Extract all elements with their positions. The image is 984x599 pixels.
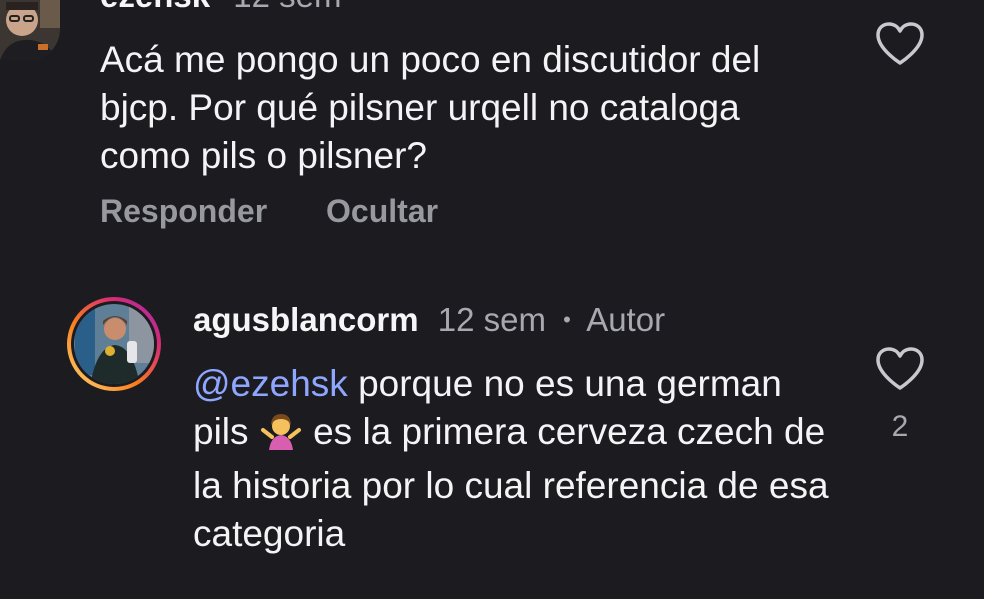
comment-1-header: ezehsk 12 sem [100, 0, 341, 16]
like-count: 2 [891, 410, 909, 443]
comment-1: ezehsk 12 sem Acá me pongo un poco en di… [0, 0, 984, 260]
comment-1-actions: Responder Ocultar [100, 193, 488, 230]
hide-button[interactable]: Ocultar [326, 193, 438, 229]
comment-2-text: @ezehsk porque no es una german pils es … [193, 360, 833, 558]
separator-dot: • [563, 307, 571, 332]
heart-outline-icon[interactable] [874, 21, 926, 67]
comment-2-header: agusblancorm 12 sem • Autor [193, 300, 665, 340]
comment-1-text: Acá me pongo un poco en discutidor del b… [100, 39, 761, 176]
comment-2: agusblancorm 12 sem • Autor @ezehsk porq… [0, 290, 984, 599]
heart-outline-icon[interactable] [874, 346, 926, 392]
avatar-agusblancorm[interactable] [65, 295, 163, 393]
author-badge: Autor [586, 301, 666, 338]
person-shrugging-icon [259, 410, 303, 462]
username[interactable]: ezehsk [100, 0, 210, 14]
reply-button[interactable]: Responder [100, 193, 267, 229]
username[interactable]: agusblancorm [193, 301, 419, 338]
mention-link[interactable]: @ezehsk [193, 363, 348, 404]
avatar-photo [0, 0, 60, 60]
avatar-ezehsk[interactable] [0, 0, 60, 60]
comment-time: 12 sem [437, 301, 546, 338]
comment-time: 12 sem [233, 0, 341, 14]
avatar-story-ring [67, 297, 161, 391]
